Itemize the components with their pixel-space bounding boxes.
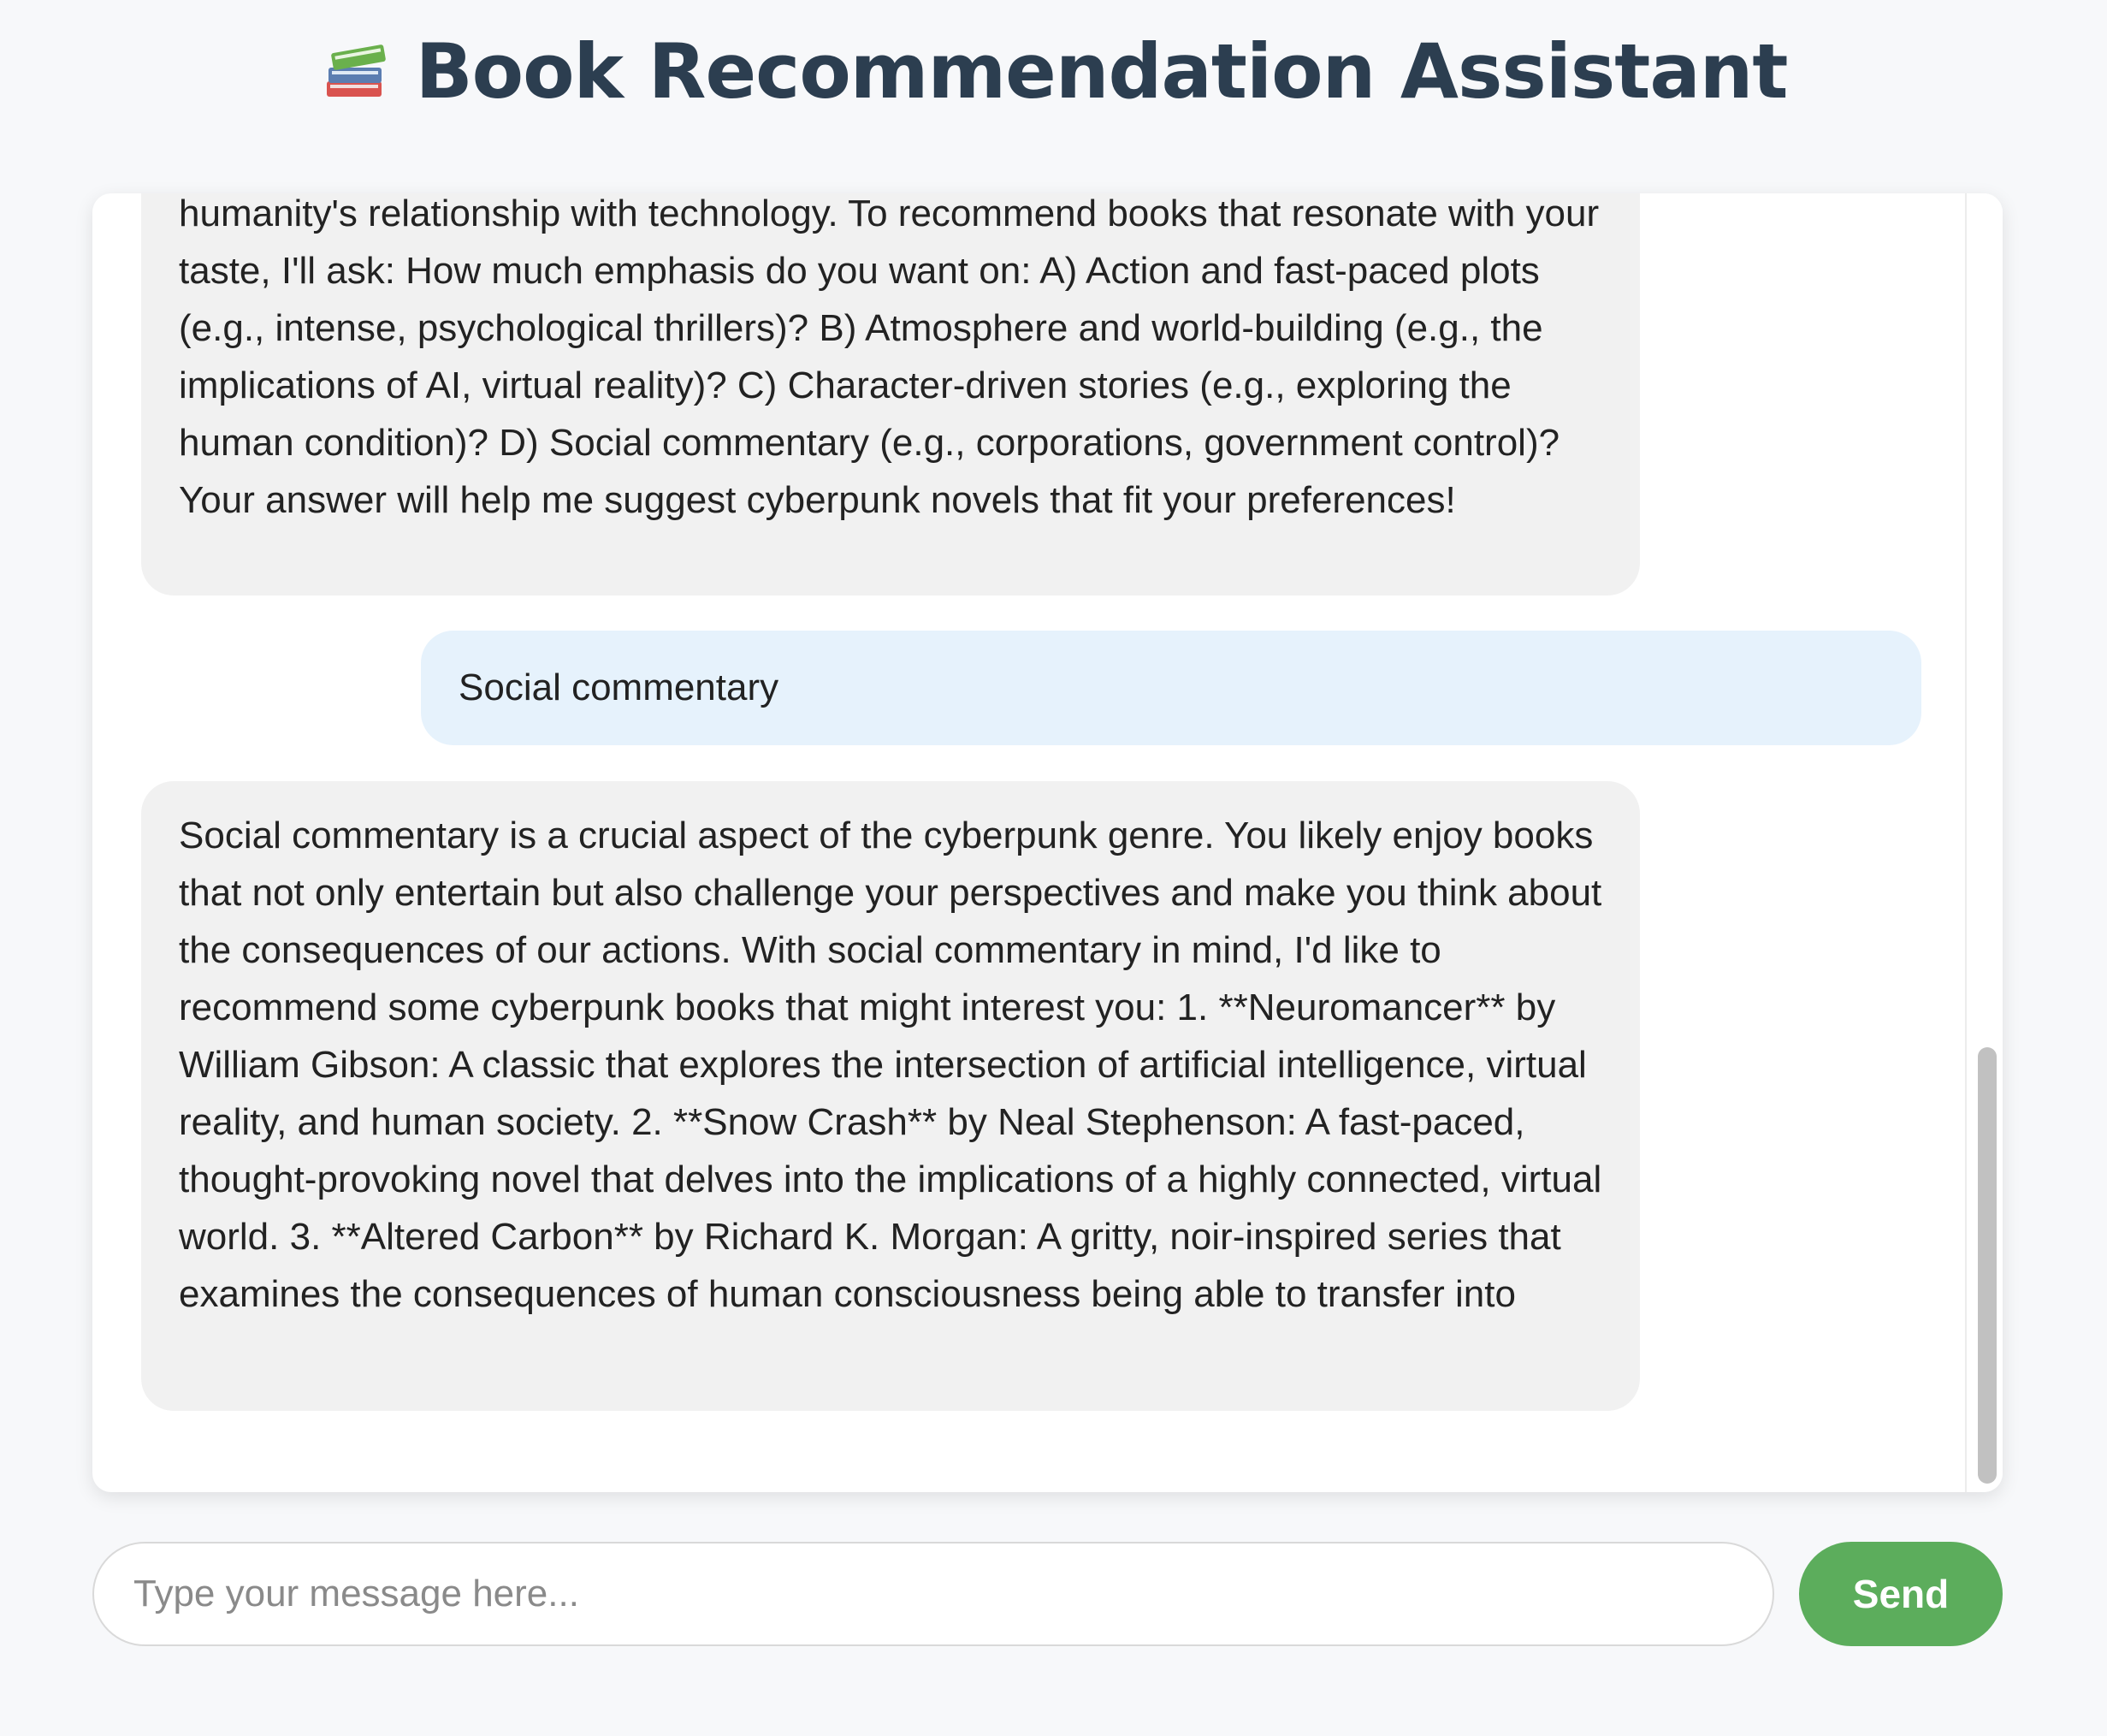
user-message: Social commentary xyxy=(421,631,1921,745)
scrollbar-thumb[interactable] xyxy=(1978,1047,1997,1484)
message-input[interactable] xyxy=(92,1542,1774,1646)
chat-messages: humanity's relationship with technology.… xyxy=(92,193,1966,1492)
app-header: Book Recommendation Assistant xyxy=(0,24,2107,118)
send-button[interactable]: Send xyxy=(1799,1542,2003,1646)
assistant-message: Social commentary is a crucial aspect of… xyxy=(141,781,1640,1411)
app-page: Book Recommendation Assistant humanity's… xyxy=(0,0,2107,1736)
chat-container: humanity's relationship with technology.… xyxy=(92,193,2003,1492)
books-icon xyxy=(326,44,386,97)
page-title: Book Recommendation Assistant xyxy=(415,27,1789,116)
composer: Send xyxy=(92,1542,2003,1646)
chat-scrollbar[interactable] xyxy=(1965,193,2003,1492)
assistant-message: humanity's relationship with technology.… xyxy=(141,193,1640,595)
